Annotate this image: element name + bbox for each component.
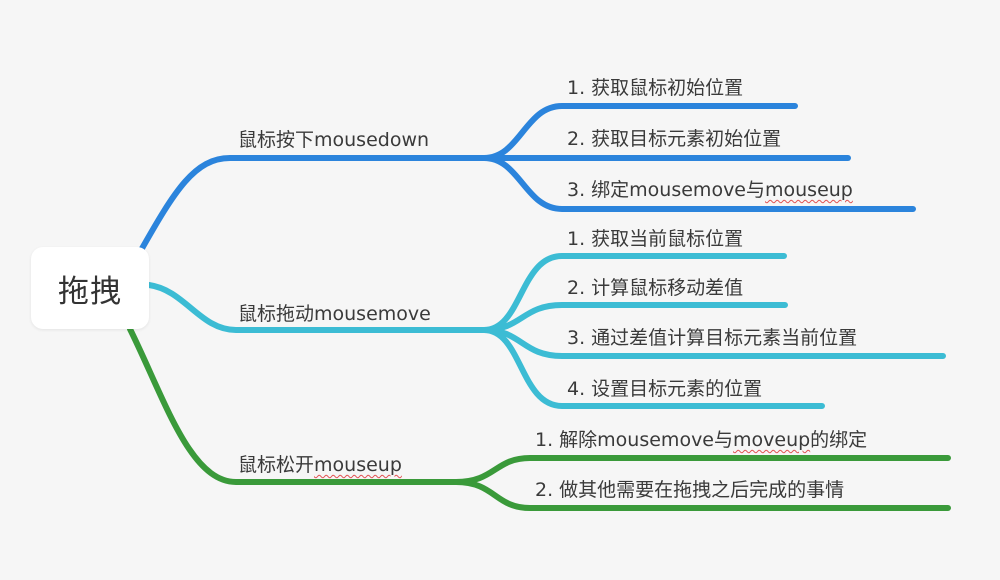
root-node[interactable]: 拖拽 (31, 247, 149, 329)
leaf-label: 3. 通过差值计算目标元素当前位置 (567, 327, 858, 349)
leaf-label-marked: mouseup (765, 179, 853, 201)
branch-mousedown-label: 鼠标按下mousedown (238, 129, 430, 151)
mindmap-connectors (127, 103, 951, 511)
leaf-mousedown-1[interactable]: 1. 获取鼠标初始位置 (567, 79, 743, 98)
leaf-label-marked: moveup (733, 429, 811, 451)
leaf-label: 4. 设置目标元素的位置 (567, 378, 763, 400)
leaf-label: 2. 获取目标元素初始位置 (567, 128, 782, 150)
mindmap-canvas: 拖拽 鼠标按下mousedown 鼠标拖动mousemove 鼠标松开mouse… (0, 0, 1000, 580)
branch-mousemove[interactable]: 鼠标拖动mousemove (238, 305, 431, 324)
leaf-mousemove-1[interactable]: 1. 获取当前鼠标位置 (567, 230, 743, 249)
leaf-label-suffix: 的绑定 (810, 429, 868, 451)
branch-mouseup[interactable]: 鼠标松开mouseup (238, 456, 402, 475)
leaf-label: 2. 计算鼠标移动差值 (567, 277, 744, 299)
leaf-label-prefix: 3. 绑定mousemove与 (567, 179, 765, 201)
branch-mousedown[interactable]: 鼠标按下mousedown (238, 131, 429, 150)
leaf-label: 1. 获取鼠标初始位置 (567, 77, 744, 99)
leaf-mouseup-2[interactable]: 2. 做其他需要在拖拽之后完成的事情 (535, 481, 844, 500)
connector-root-mousedown (137, 155, 487, 255)
branch-mousemove-label: 鼠标拖动mousemove (238, 303, 431, 325)
leaf-mousedown-2[interactable]: 2. 获取目标元素初始位置 (567, 130, 781, 149)
leaf-mouseup-1[interactable]: 1. 解除mousemove与moveup的绑定 (535, 431, 867, 450)
leaf-mousemove-2[interactable]: 2. 计算鼠标移动差值 (567, 279, 743, 298)
branch-mouseup-label-marked: mouseup (314, 454, 402, 476)
leaf-label: 2. 做其他需要在拖拽之后完成的事情 (535, 479, 845, 501)
leaf-mousemove-4[interactable]: 4. 设置目标元素的位置 (567, 380, 762, 399)
leaf-label: 1. 获取当前鼠标位置 (567, 228, 744, 250)
leaf-mousemove-3[interactable]: 3. 通过差值计算目标元素当前位置 (567, 329, 857, 348)
leaf-label-prefix: 1. 解除mousemove与 (535, 429, 733, 451)
root-node-label: 拖拽 (58, 273, 122, 310)
branch-mouseup-label-prefix: 鼠标松开 (238, 454, 315, 476)
leaf-mousedown-3[interactable]: 3. 绑定mousemove与mouseup (567, 181, 853, 200)
